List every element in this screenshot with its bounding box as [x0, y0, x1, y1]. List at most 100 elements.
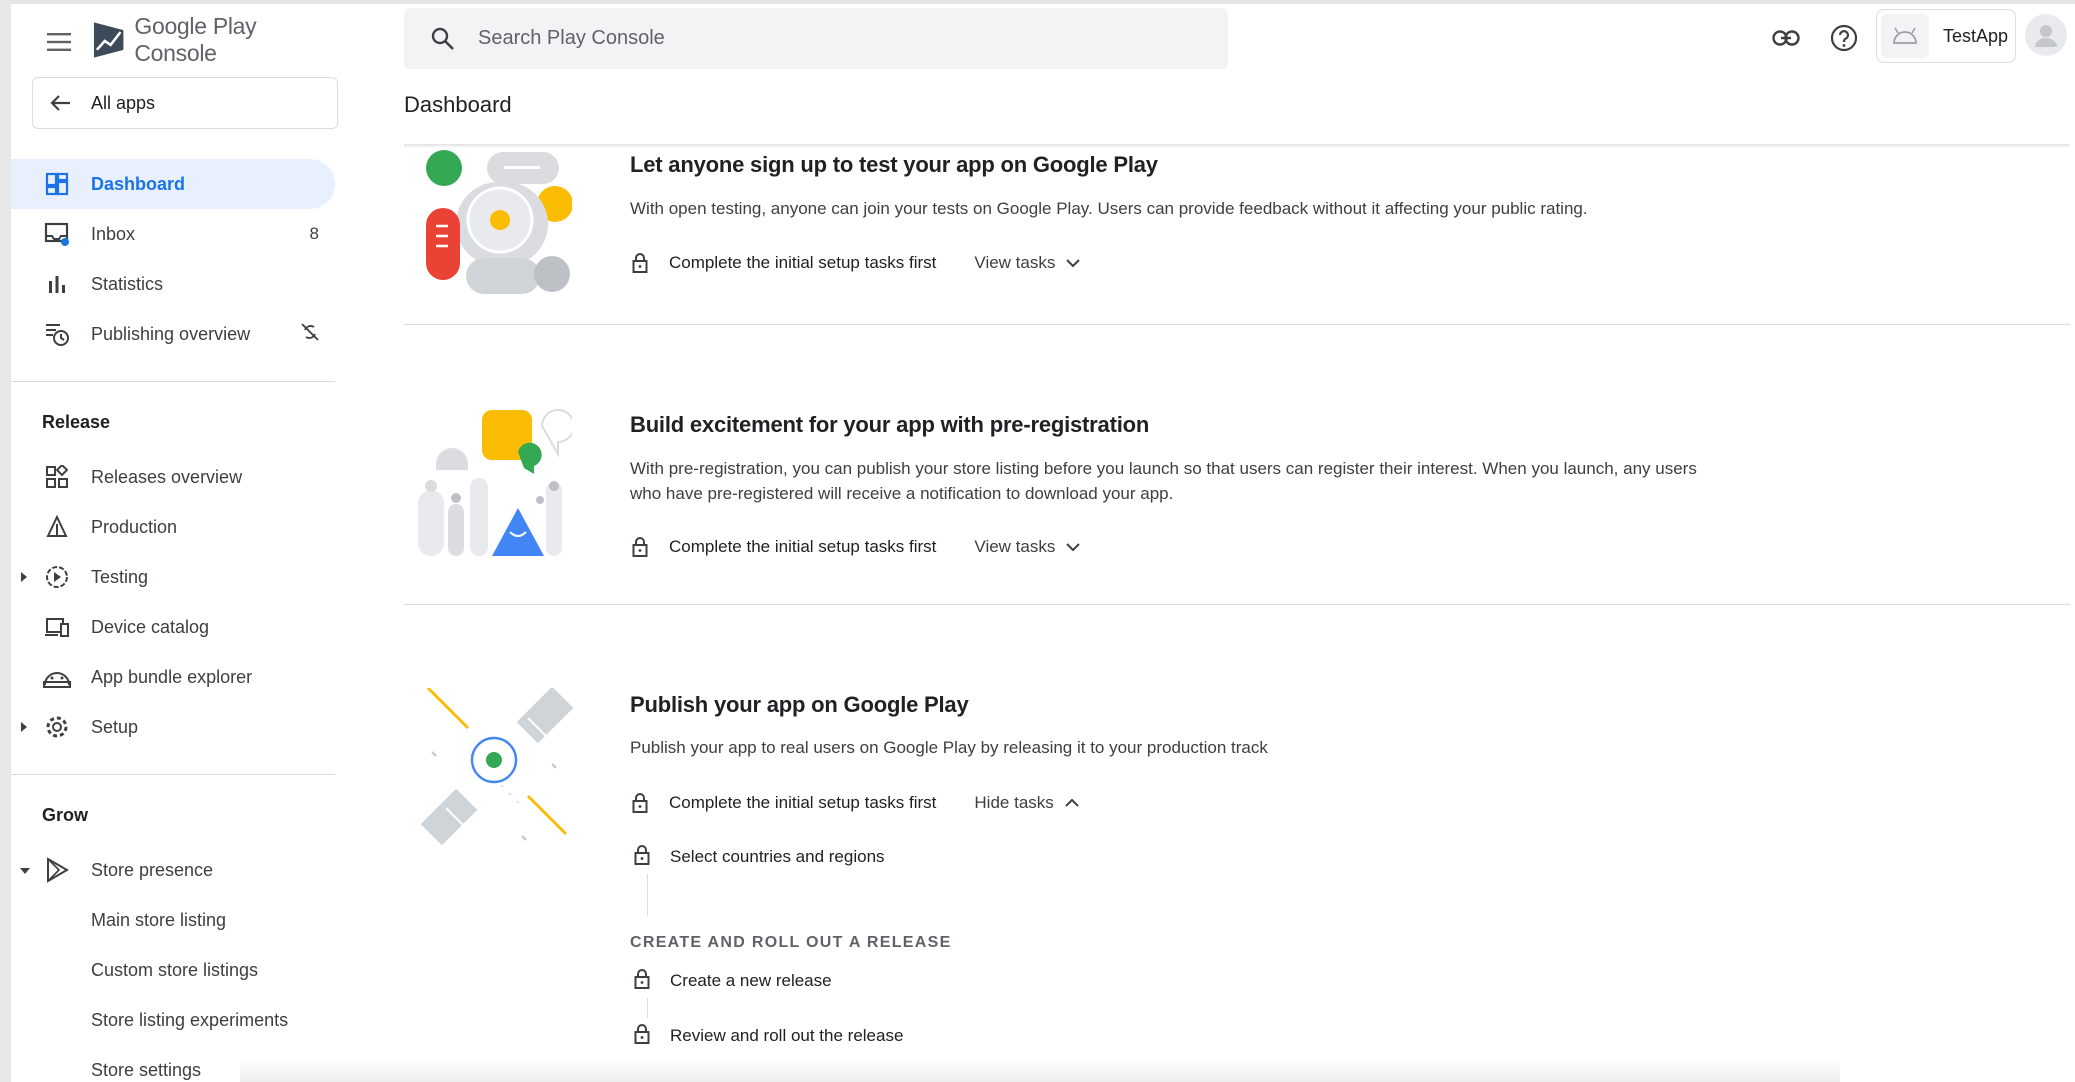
hamburger-icon [47, 33, 71, 51]
sidebar-item-label: Testing [91, 566, 149, 587]
card-title: Build excitement for your app with pre-r… [630, 412, 1150, 437]
sidebar-nav: Dashboard Inbox 8 Statistics Publishing … [11, 159, 341, 1082]
status-text: Complete the initial setup tasks first [669, 253, 937, 272]
search-bar[interactable] [404, 8, 1228, 69]
caret-down-icon[interactable] [19, 863, 31, 881]
all-apps-label: All apps [91, 92, 156, 113]
help-icon [1830, 24, 1858, 52]
card-divider [404, 604, 2070, 605]
sidebar-divider [11, 774, 335, 775]
grid-icon [43, 463, 71, 491]
sidebar-subitem-store-listing-experiments[interactable]: Store listing experiments [11, 995, 341, 1045]
link-button[interactable] [1768, 20, 1804, 56]
bundle-icon [43, 663, 71, 691]
status-text: Complete the initial setup tasks first [669, 793, 937, 812]
devices-icon [43, 613, 71, 641]
testing-icon [43, 563, 71, 591]
sidebar-item-label: Production [91, 516, 178, 537]
logo-text: Google Play Console [134, 13, 341, 67]
chevron-down-icon [1066, 543, 1081, 552]
all-apps-button[interactable]: All apps [32, 77, 338, 129]
hide-tasks-button[interactable]: Hide tasks [974, 793, 1079, 813]
play-console-logo[interactable]: Google Play Console [91, 13, 341, 66]
sidebar-item-label: Statistics [91, 273, 164, 294]
logo-text-google: Google Play [134, 13, 257, 39]
user-icon [2035, 25, 2057, 47]
sidebar-item-releases-overview[interactable]: Releases overview [11, 452, 341, 502]
card-title: Let anyone sign up to test your app on G… [630, 152, 1158, 177]
card-publish-app: Publish your app on Google Play Publish … [404, 688, 2070, 1068]
sidebar-item-inbox[interactable]: Inbox 8 [11, 209, 341, 259]
logo-text-console: Console [134, 40, 217, 66]
caret-right-icon[interactable] [19, 720, 29, 738]
inbox-icon [43, 220, 71, 248]
card-status-row: Complete the initial setup tasks first V… [630, 248, 1081, 278]
card-pre-registration: Build excitement for your app with pre-r… [404, 408, 2070, 608]
help-button[interactable] [1826, 20, 1862, 56]
sidebar-item-store-presence[interactable]: Store presence [11, 845, 341, 895]
sidebar-section-release: Release [42, 411, 111, 432]
sidebar-item-setup[interactable]: Setup [11, 702, 341, 752]
sidebar-item-testing[interactable]: Testing [11, 552, 341, 602]
card-status-row: Complete the initial setup tasks first H… [630, 788, 1080, 818]
caret-right-icon[interactable] [19, 570, 29, 588]
sidebar-item-label: Dashboard [91, 173, 186, 194]
pre-registration-illustration [418, 409, 572, 556]
view-tasks-button[interactable]: View tasks [974, 253, 1081, 273]
publishing-icon [43, 320, 71, 348]
sidebar-item-label: Inbox [91, 223, 136, 244]
link-icon [1772, 30, 1800, 46]
task-connector [647, 998, 648, 1018]
sidebar-divider [11, 381, 335, 382]
dashboard-icon [43, 170, 71, 198]
card-open-testing: Let anyone sign up to test your app on G… [404, 148, 2070, 328]
card-divider [404, 324, 2070, 325]
task-create-release[interactable]: Create a new release [634, 966, 832, 996]
avatar[interactable] [2025, 14, 2067, 56]
card-title: Publish your app on Google Play [630, 692, 969, 717]
task-select-countries[interactable]: Select countries and regions [634, 842, 885, 872]
menu-button[interactable] [41, 24, 77, 60]
lock-icon [634, 844, 650, 870]
sidebar-item-label: Publishing overview [91, 323, 251, 344]
lock-icon [630, 535, 650, 559]
card-description: With pre-registration, you can publish y… [630, 459, 1697, 503]
inbox-count-badge: 8 [309, 224, 319, 243]
lock-icon [634, 1023, 650, 1049]
window-left-edge [0, 0, 11, 1082]
view-tasks-button[interactable]: View tasks [974, 537, 1081, 557]
sidebar-item-publishing-overview[interactable]: Publishing overview [11, 309, 341, 359]
sidebar-item-device-catalog[interactable]: Device catalog [11, 602, 341, 652]
sidebar-section-grow: Grow [42, 804, 89, 825]
lock-icon [630, 251, 650, 275]
toggle-label: Hide tasks [974, 793, 1054, 812]
sidebar-item-label: Releases overview [91, 466, 243, 487]
production-icon [43, 513, 71, 541]
sidebar-item-dashboard[interactable]: Dashboard [11, 159, 335, 209]
sidebar-item-app-bundle-explorer[interactable]: App bundle explorer [11, 652, 341, 702]
sidebar: Google Play Console All apps Dashboard I… [11, 4, 341, 1082]
app-selector[interactable]: TestApp [1876, 9, 2016, 63]
sidebar-item-statistics[interactable]: Statistics [11, 259, 341, 309]
toggle-label: View tasks [974, 253, 1056, 272]
task-connector [647, 874, 648, 916]
task-review-rollout[interactable]: Review and roll out the release [634, 1021, 903, 1051]
status-text: Complete the initial setup tasks first [669, 537, 937, 556]
task-group-heading: CREATE AND ROLL OUT A RELEASE [630, 934, 952, 951]
search-input[interactable] [478, 27, 1178, 50]
bottom-scroll-shadow [240, 1060, 1840, 1082]
sidebar-item-label: App bundle explorer [91, 666, 253, 687]
sidebar-subitem-custom-store-listings[interactable]: Custom store listings [11, 945, 341, 995]
search-icon [431, 27, 454, 50]
open-testing-illustration [426, 150, 572, 294]
task-label: Create a new release [670, 971, 832, 990]
card-description: With open testing, anyone can join your … [630, 199, 1588, 218]
app-name: TestApp [1943, 25, 2009, 46]
page-title: Dashboard [404, 92, 512, 117]
toggle-label: View tasks [974, 537, 1056, 556]
sidebar-item-production[interactable]: Production [11, 502, 341, 552]
sidebar-subitem-main-store-listing[interactable]: Main store listing [11, 895, 341, 945]
sync-off-icon [299, 321, 321, 348]
play-icon [43, 856, 71, 884]
card-description: Publish your app to real users on Google… [630, 738, 1268, 757]
